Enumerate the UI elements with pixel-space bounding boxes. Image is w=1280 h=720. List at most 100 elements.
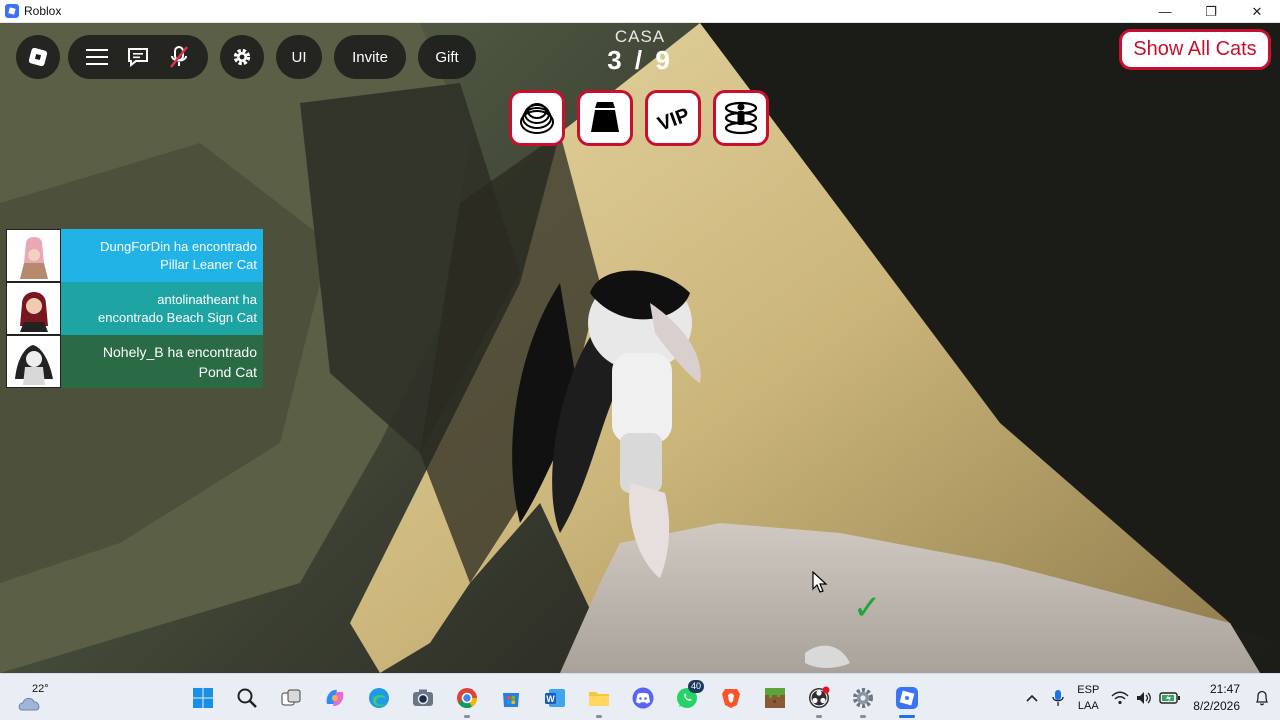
mouse-cursor-icon [812,570,828,598]
weather-temperature: 22° [32,683,49,695]
wifi-icon [1111,691,1129,704]
cape-icon [591,102,619,132]
close-button[interactable]: ✕ [1234,0,1280,23]
notifications-button[interactable] [1248,674,1280,720]
svg-text:VIP: VIP [655,104,693,136]
cat-found-feed: DungForDin ha encontrado Pillar Leaner Ca… [6,229,263,388]
microphone-tray-button[interactable] [1045,674,1071,720]
camera-app[interactable] [401,674,445,720]
chevron-up-icon [1026,694,1038,702]
player-avatar-thumbnail [6,335,61,388]
window-controls: — ❐ ✕ [1142,0,1280,23]
taskbar-apps: W 40 [181,674,929,720]
roblox-logo-icon [28,47,48,67]
clock[interactable]: 21:47 8/2/2026 [1187,674,1248,720]
roblox-app-icon [5,4,19,18]
cape-ability-button[interactable] [577,90,633,146]
microsoft-store-icon [503,692,519,707]
brave-app[interactable] [709,674,753,720]
checkmark-icon: ✓ [853,589,882,627]
whatsapp-app[interactable]: 40 [665,674,709,720]
settings-button[interactable] [220,35,264,79]
camera-icon [413,689,433,706]
minecraft-app[interactable] [753,674,797,720]
system-tray: ESP LAA 21:47 8/2/2026 [1019,674,1280,720]
ui-toggle-button[interactable]: UI [276,35,322,79]
feed-message: Nohely_B ha encontrado Pond Cat [61,335,263,388]
weather-widget[interactable]: 22° [16,680,56,716]
feed-item: DungForDin ha encontrado Pillar Leaner Ca… [6,229,263,282]
window-title: Roblox [24,4,62,18]
teleport-icon [724,101,758,135]
chat-icon[interactable] [123,42,153,72]
store-app[interactable] [489,674,533,720]
roblox-app[interactable] [885,674,929,720]
network-volume-battery-button[interactable] [1105,674,1187,720]
task-view-icon [281,689,301,705]
teleport-ability-button[interactable] [713,90,769,146]
battery-charging-icon [1159,691,1181,704]
microphone-icon [1052,689,1064,706]
spring-icon [520,103,554,134]
language-code: ESP [1077,683,1100,696]
spring-ability-button[interactable] [509,90,565,146]
notification-badge: 40 [687,680,704,693]
cats-found-counter: CASA 3 / 9 [580,27,700,76]
discord-icon [632,687,654,708]
game-viewport[interactable]: UI Invite Gift CASA 3 / 9 VIP Show All C… [0,23,1280,673]
settings-app[interactable] [841,674,885,720]
gift-button[interactable]: Gift [418,35,476,79]
hamburger-menu-icon[interactable] [82,42,112,72]
folder-icon [589,691,609,706]
roblox-quick-controls [68,35,208,79]
show-hidden-icons-button[interactable] [1019,674,1045,720]
player-avatar-thumbnail [6,282,61,335]
clock-date: 8/2/2026 [1193,698,1240,713]
feed-item: antolinatheant ha encontrado Beach Sign C… [6,282,263,335]
feed-message: DungForDin ha encontrado Pillar Leaner Ca… [61,229,263,282]
chrome-app[interactable] [445,674,489,720]
vip-icon: VIP [655,104,693,136]
copilot-icon [326,689,344,706]
settings-gear-icon [853,687,873,708]
search-button[interactable] [225,674,269,720]
word-icon: W [545,688,565,707]
show-all-cats-button[interactable]: Show All Cats [1119,29,1271,70]
windows-logo-icon [193,687,213,708]
word-app[interactable]: W [533,674,577,720]
chrome-icon [457,687,478,708]
microphone-muted-icon[interactable] [164,42,194,72]
invite-button[interactable]: Invite [334,35,406,79]
copilot-app[interactable] [313,674,357,720]
windows-taskbar: 22° W 40 ESP LAA 21:47 8/2/2026 [0,673,1280,720]
obs-icon [809,686,830,708]
edge-icon [369,687,389,708]
minecraft-grass-block-icon [765,687,785,708]
svg-text:W: W [546,694,555,704]
player-avatar-thumbnail [6,229,61,282]
window-titlebar: Roblox — ❐ ✕ [0,0,1280,23]
file-explorer-app[interactable] [577,674,621,720]
gear-icon [233,48,251,66]
brave-lion-icon [722,688,740,708]
feed-item: Nohely_B ha encontrado Pond Cat [6,335,263,388]
minimize-button[interactable]: — [1142,0,1188,23]
restore-button[interactable]: ❐ [1188,0,1234,23]
edge-app[interactable] [357,674,401,720]
input-language-indicator[interactable]: ESP LAA [1071,674,1105,720]
roblox-icon [896,686,918,709]
volume-icon [1137,691,1152,704]
feed-message: antolinatheant ha encontrado Beach Sign C… [61,282,263,335]
roblox-menu-button[interactable] [16,35,60,79]
keyboard-layout: LAA [1077,699,1099,712]
obs-app[interactable] [797,674,841,720]
discord-app[interactable] [621,674,665,720]
notification-bell-icon [1255,690,1269,705]
clock-time: 21:47 [1209,681,1240,696]
counter-label: CASA [614,27,666,46]
start-button[interactable] [181,674,225,720]
task-view-button[interactable] [269,674,313,720]
vip-ability-button[interactable]: VIP [645,90,701,146]
counter-value: 3 / 9 [607,45,673,75]
search-icon [237,688,257,708]
